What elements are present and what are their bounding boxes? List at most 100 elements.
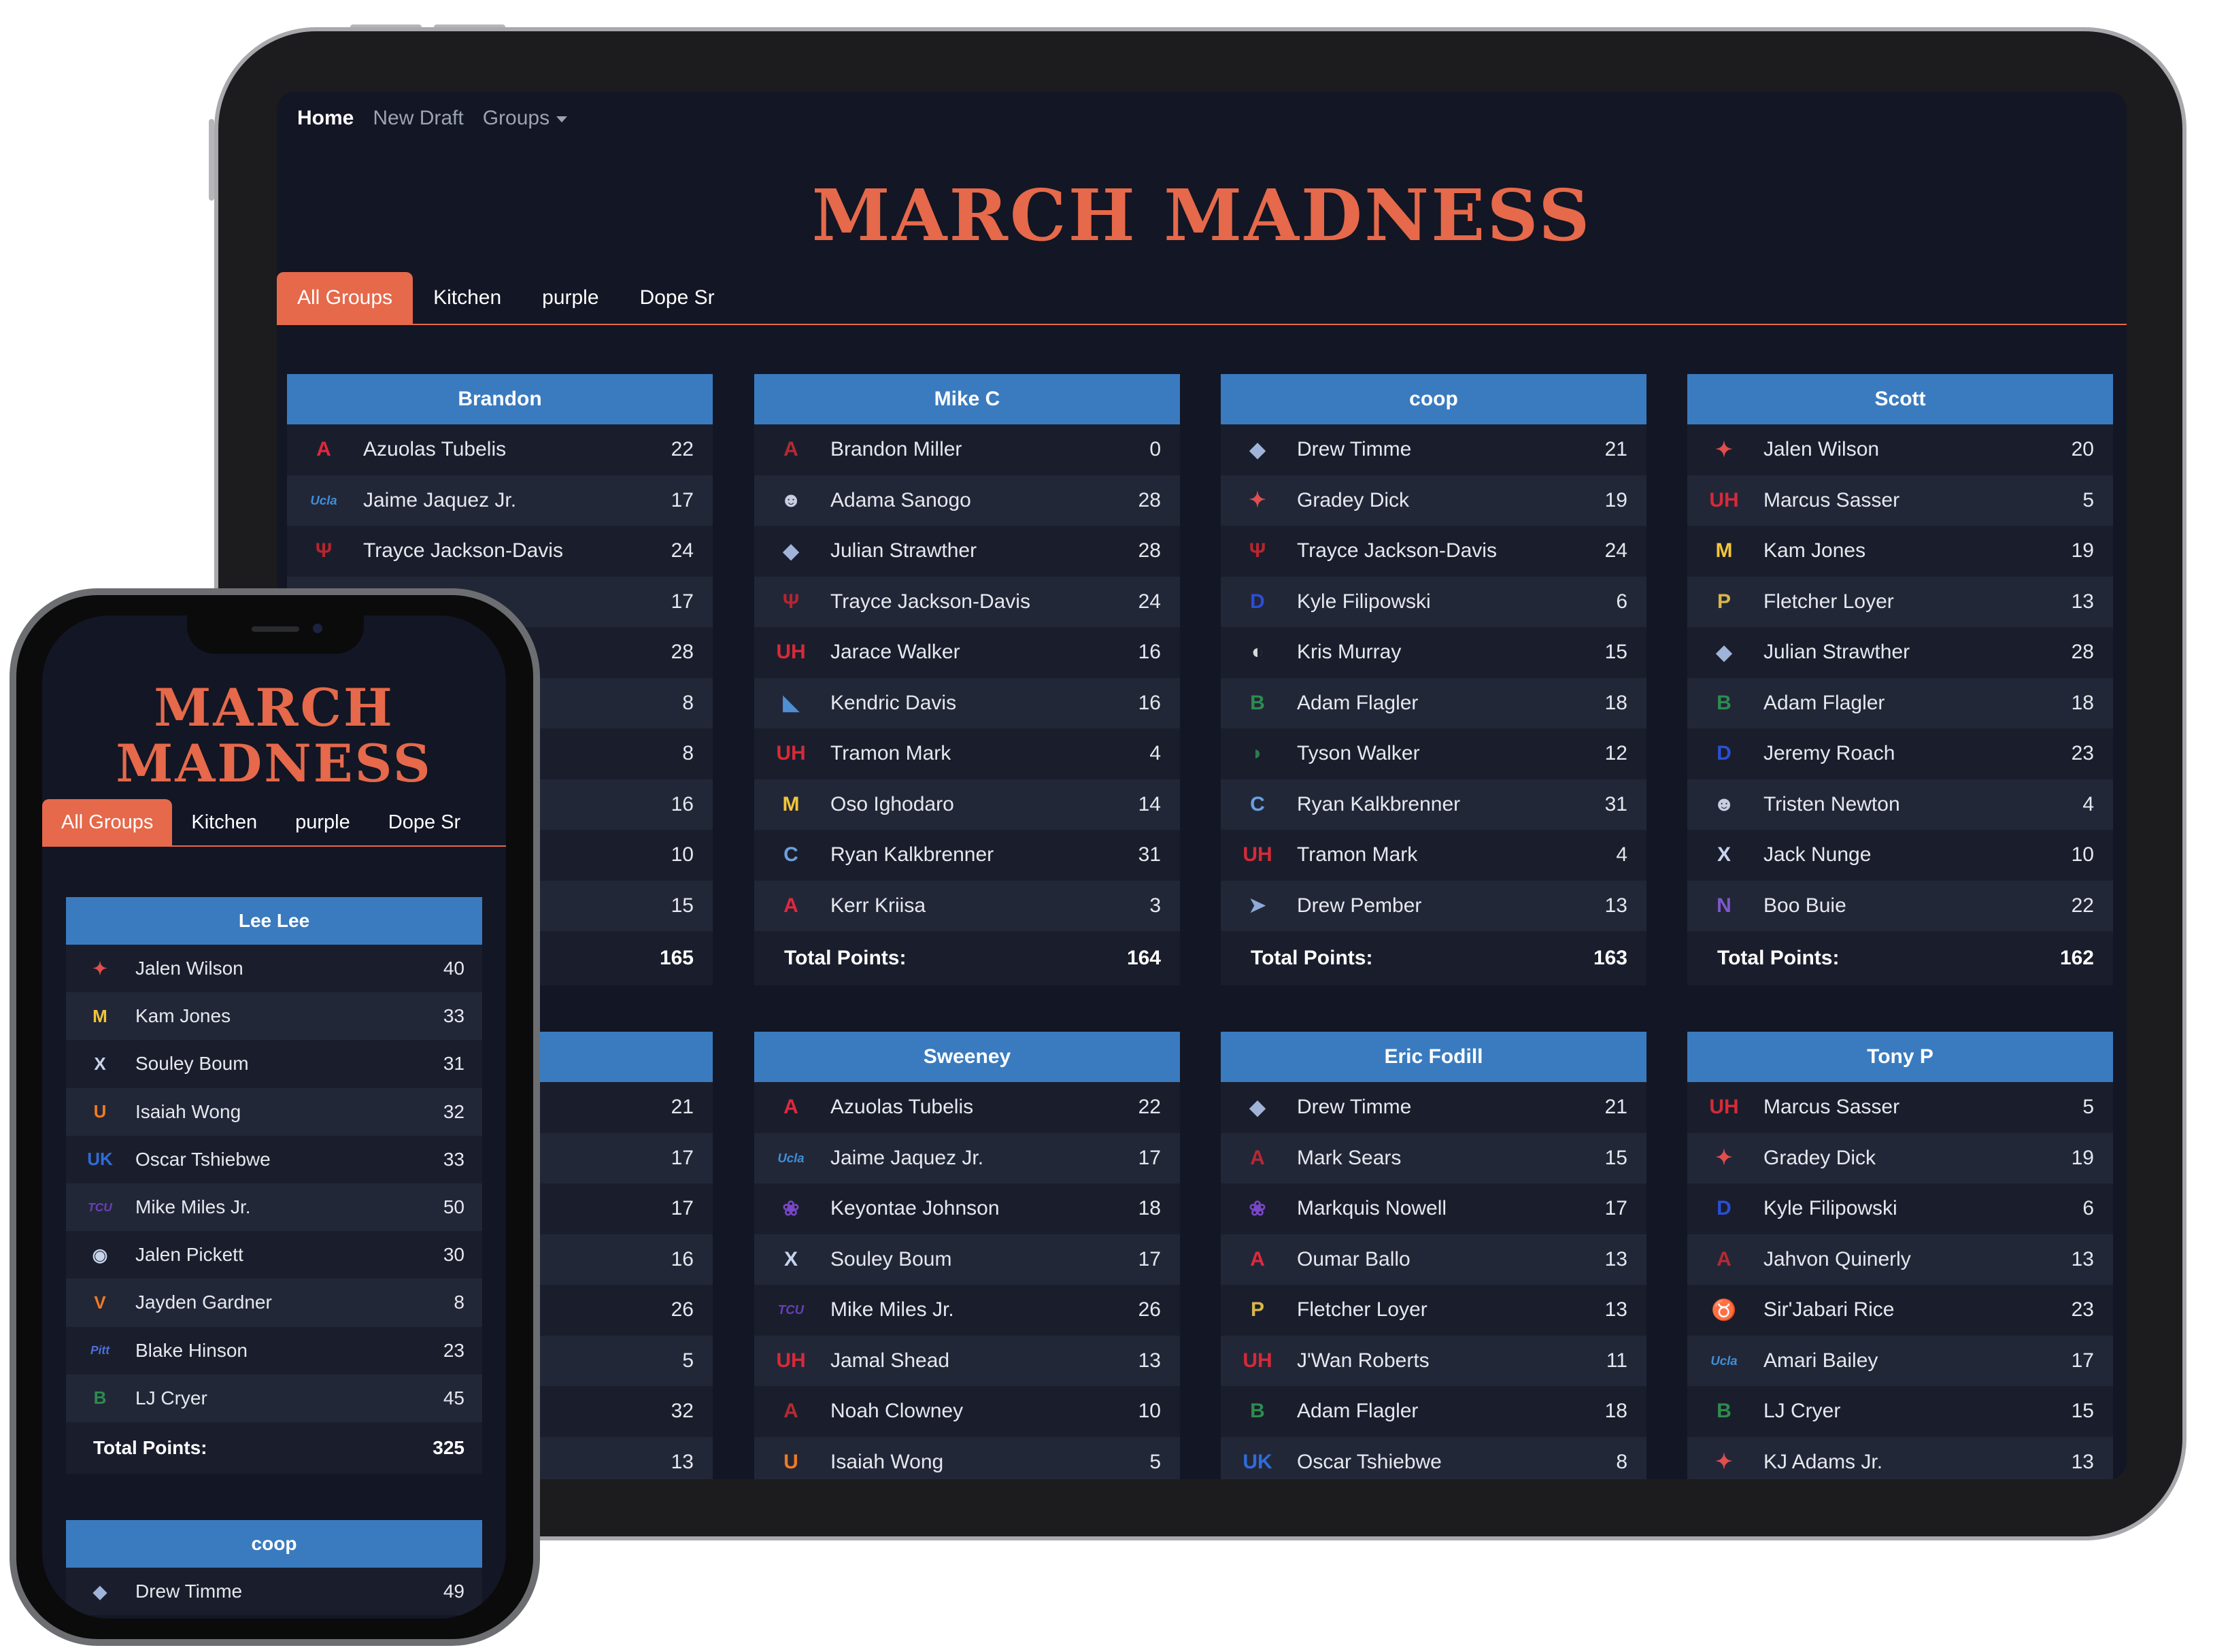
player-name: Fletcher Loyer [1297,1298,1427,1321]
player-name: Jarace Walker [830,641,960,664]
team-card-header: Brandon [287,374,713,424]
team-card-header: Sweeney [754,1032,1180,1082]
player-name: Jaime Jaquez Jr. [363,488,517,511]
player-name: J'Wan Roberts [1297,1349,1430,1372]
tab-all-groups[interactable]: All Groups [277,272,413,324]
player-points: 17 [1138,1247,1161,1270]
houston-logo-icon: UH [776,742,806,765]
player-row: ♉ Sir'Jabari Rice 23 [1687,1285,2113,1336]
player-name: Marcus Sasser [1763,1096,1900,1119]
player-name: Gradey Dick [1297,488,1410,511]
caret-down-icon [556,116,568,122]
virginia-logo-icon: V [94,1292,106,1313]
player-name: Jalen Wilson [135,958,243,979]
player-list: ✦ Jalen Wilson 40 M Kam Jones 33 X Souley Boum 3… [66,945,482,1422]
total-points-row: Total Points: 164 [754,931,1180,985]
player-points: 24 [671,539,694,562]
player-row: ◆ Drew Timme 21 [1221,1082,1646,1133]
player-points: 16 [1138,691,1161,714]
gonzaga-logo-icon: ◆ [93,1581,107,1602]
marquette-logo-icon: M [1715,539,1733,562]
team-card: Eric Fodill ◆ Drew Timme 21 A Mark Sears 15 ❀ Ma… [1221,1032,1646,1479]
player-row: A Kerr Kriisa 3 [754,880,1180,931]
kentucky-logo-icon: UK [1243,1450,1272,1473]
player-name: Noah Clowney [830,1400,964,1423]
player-points: 17 [1138,1146,1161,1169]
indiana-logo-icon: Ψ [1249,539,1266,562]
nav-groups-dropdown[interactable]: Groups [482,107,568,130]
kansas-logo-icon: ✦ [1715,1147,1733,1170]
camera-icon [313,624,322,633]
gonzaga-logo-icon: ◆ [1249,1096,1266,1119]
player-points: 17 [671,590,694,613]
player-row: D Kyle Filipowski 6 [1221,576,1646,627]
player-row: ◗ Tyson Walker 12 [1221,728,1646,779]
player-row: UH Jamal Shead 13 [754,1335,1180,1386]
page-title: MARCH MADNESS [42,680,506,792]
nav-home[interactable]: Home [297,107,354,130]
baylor-logo-icon: B [93,1387,107,1409]
marquette-logo-icon: M [782,792,800,815]
utah-state-logo-icon: ➤ [1249,894,1266,917]
tab-all-groups[interactable]: All Groups [42,799,173,845]
player-points: 33 [443,1005,464,1027]
tab-purple[interactable]: purple [276,799,369,845]
player-points: 12 [1604,742,1627,765]
player-name: Drew Timme [1297,1096,1412,1119]
tab-dope-sr[interactable]: Dope Sr [620,272,735,324]
player-row: UH J'Wan Roberts 11 [1221,1335,1646,1386]
player-points: 49 [443,1581,464,1602]
player-list: A Brandon Miller 0 ☻ Adama Sanogo 28 ◆ Julian S… [754,424,1180,931]
player-row: A Jahvon Quinerly 13 [1687,1234,2113,1285]
player-list: ◆ Drew Timme 21 A Mark Sears 15 ❀ Markquis Nowe… [1221,1082,1646,1479]
player-name: Oscar Tshiebwe [135,1148,271,1170]
player-row: M Kam Jones 33 [66,992,482,1041]
player-name: Blake Hinson [135,1339,248,1361]
player-row: B LJ Cryer 15 [1687,1386,2113,1437]
player-list: A Azuolas Tubelis 22 Ucla Jaime Jaquez Jr. 17… [754,1082,1180,1479]
player-points: 17 [1604,1197,1627,1220]
tab-kitchen[interactable]: Kitchen [172,799,276,845]
player-points: 16 [1138,641,1161,664]
player-row: A Brandon Miller 0 [754,424,1180,475]
player-row: UH Marcus Sasser 5 [1687,1082,2113,1133]
player-name: Isaiah Wong [135,1100,241,1122]
player-points: 18 [2071,691,2094,714]
ucla-logo-icon: Ucla [777,1150,805,1165]
tab-dope-sr[interactable]: Dope Sr [369,799,479,845]
player-points: 5 [2082,488,2094,511]
player-row: U Isaiah Wong 5 [754,1436,1180,1479]
tab-purple[interactable]: purple [522,272,619,324]
player-points: 17 [2071,1349,2094,1372]
player-name: Fletcher Loyer [1763,590,1894,613]
gonzaga-logo-icon: ◆ [1716,641,1732,664]
player-points: 6 [1616,590,1627,613]
player-points: 18 [1604,1400,1627,1423]
creighton-logo-icon: C [1250,792,1265,815]
player-points: 13 [1604,894,1627,917]
player-row: TCU Mike Miles Jr. 50 [66,1183,482,1232]
player-points: 19 [1604,488,1627,511]
total-points-value: 325 [433,1436,464,1458]
player-row: N Boo Buie 22 [1687,880,2113,931]
nav-new-draft[interactable]: New Draft [373,107,463,130]
player-name: Souley Boum [830,1247,952,1270]
kansas-logo-icon: ✦ [1715,438,1733,461]
player-row: P Fletcher Loyer 13 [1221,1285,1646,1336]
player-name: Tramon Mark [830,742,951,765]
tab-kitchen[interactable]: Kitchen [413,272,522,324]
player-row: Ψ Trayce Jackson-Davis 24 [287,526,713,577]
player-name: Oso Ighodaro [830,792,954,815]
player-list: ◆ Drew Timme 21 ✦ Gradey Dick 19 Ψ Trayce Jacks… [1221,424,1646,931]
houston-logo-icon: UH [1243,843,1272,866]
player-points: 17 [671,488,694,511]
player-points: 8 [682,691,694,714]
player-points: 15 [671,894,694,917]
player-points: 10 [671,843,694,866]
player-points: 0 [1149,438,1161,461]
nav-groups-label: Groups [482,107,550,129]
indiana-logo-icon: Ψ [782,590,800,613]
team-card-header: coop [66,1520,482,1568]
player-name: Brandon Miller [830,438,962,461]
team-card-header: coop [1221,374,1646,424]
